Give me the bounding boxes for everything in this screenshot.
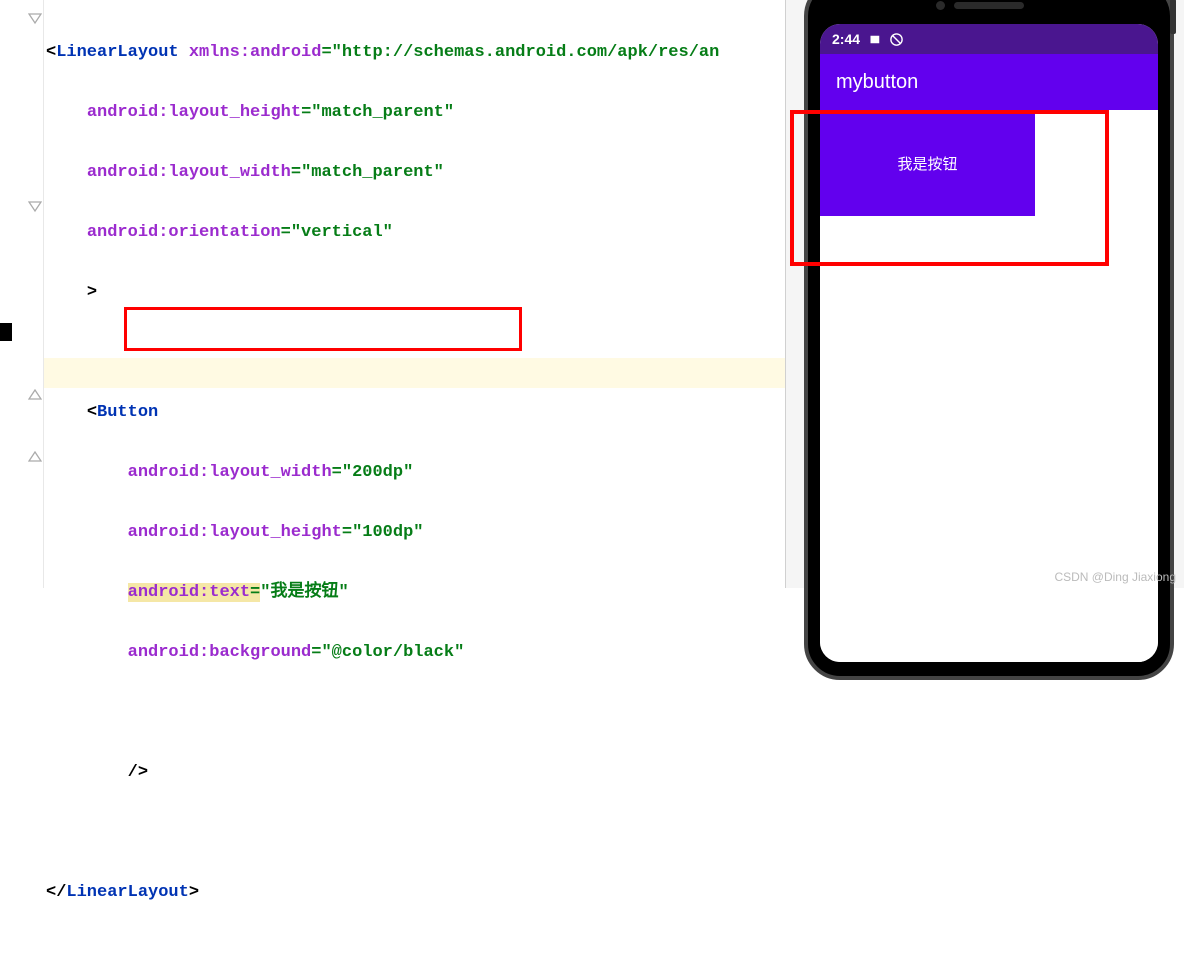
fold-marker-icon[interactable] — [28, 450, 42, 462]
code-line[interactable]: android:orientation="vertical" — [46, 218, 719, 248]
status-time: 2:44 — [832, 31, 860, 47]
demo-button-label: 我是按钮 — [897, 153, 957, 174]
editor-gutter — [0, 0, 44, 588]
fold-marker-icon[interactable] — [28, 388, 42, 400]
no-sim-icon — [889, 32, 904, 47]
battery-icon — [868, 32, 883, 47]
code-line[interactable]: android:background="@color/black" — [46, 638, 719, 668]
code-line[interactable]: <LinearLayout xmlns:android="http://sche… — [46, 38, 719, 68]
phone-speaker — [954, 2, 1024, 9]
code-line[interactable]: android:layout_width="200dp" — [46, 458, 719, 488]
code-content[interactable]: <LinearLayout xmlns:android="http://sche… — [46, 8, 719, 968]
code-line[interactable]: android:text="我是按钮" — [46, 578, 719, 608]
emulator-panel: 2:44 mybutton 我是按钮 — [785, 0, 1184, 588]
code-editor-panel: <LinearLayout xmlns:android="http://sche… — [0, 0, 785, 588]
code-line[interactable] — [46, 698, 719, 728]
phone-camera — [936, 1, 945, 10]
watermark: CSDN @Ding Jiaxiong — [1054, 570, 1176, 584]
cursor-indicator — [0, 323, 12, 341]
fold-marker-icon[interactable] — [28, 12, 42, 24]
app-bar: mybutton — [820, 54, 1158, 110]
fold-marker-icon[interactable] — [28, 200, 42, 212]
app-title: mybutton — [836, 71, 918, 94]
code-line[interactable]: android:layout_height="100dp" — [46, 518, 719, 548]
code-line[interactable]: > — [46, 278, 719, 308]
code-line[interactable]: android:layout_height="match_parent" — [46, 98, 719, 128]
phone-power-button[interactable] — [1170, 0, 1176, 34]
code-line[interactable] — [46, 338, 719, 368]
code-line[interactable]: </LinearLayout> — [46, 878, 719, 908]
code-line[interactable]: android:layout_width="match_parent" — [46, 158, 719, 188]
code-line[interactable] — [46, 818, 719, 848]
demo-button[interactable]: 我是按钮 — [820, 110, 1035, 216]
status-bar: 2:44 — [820, 24, 1158, 54]
code-line[interactable]: <Button — [46, 398, 719, 428]
code-line[interactable]: /> — [46, 758, 719, 788]
phone-screen[interactable]: 2:44 mybutton 我是按钮 — [820, 24, 1158, 662]
